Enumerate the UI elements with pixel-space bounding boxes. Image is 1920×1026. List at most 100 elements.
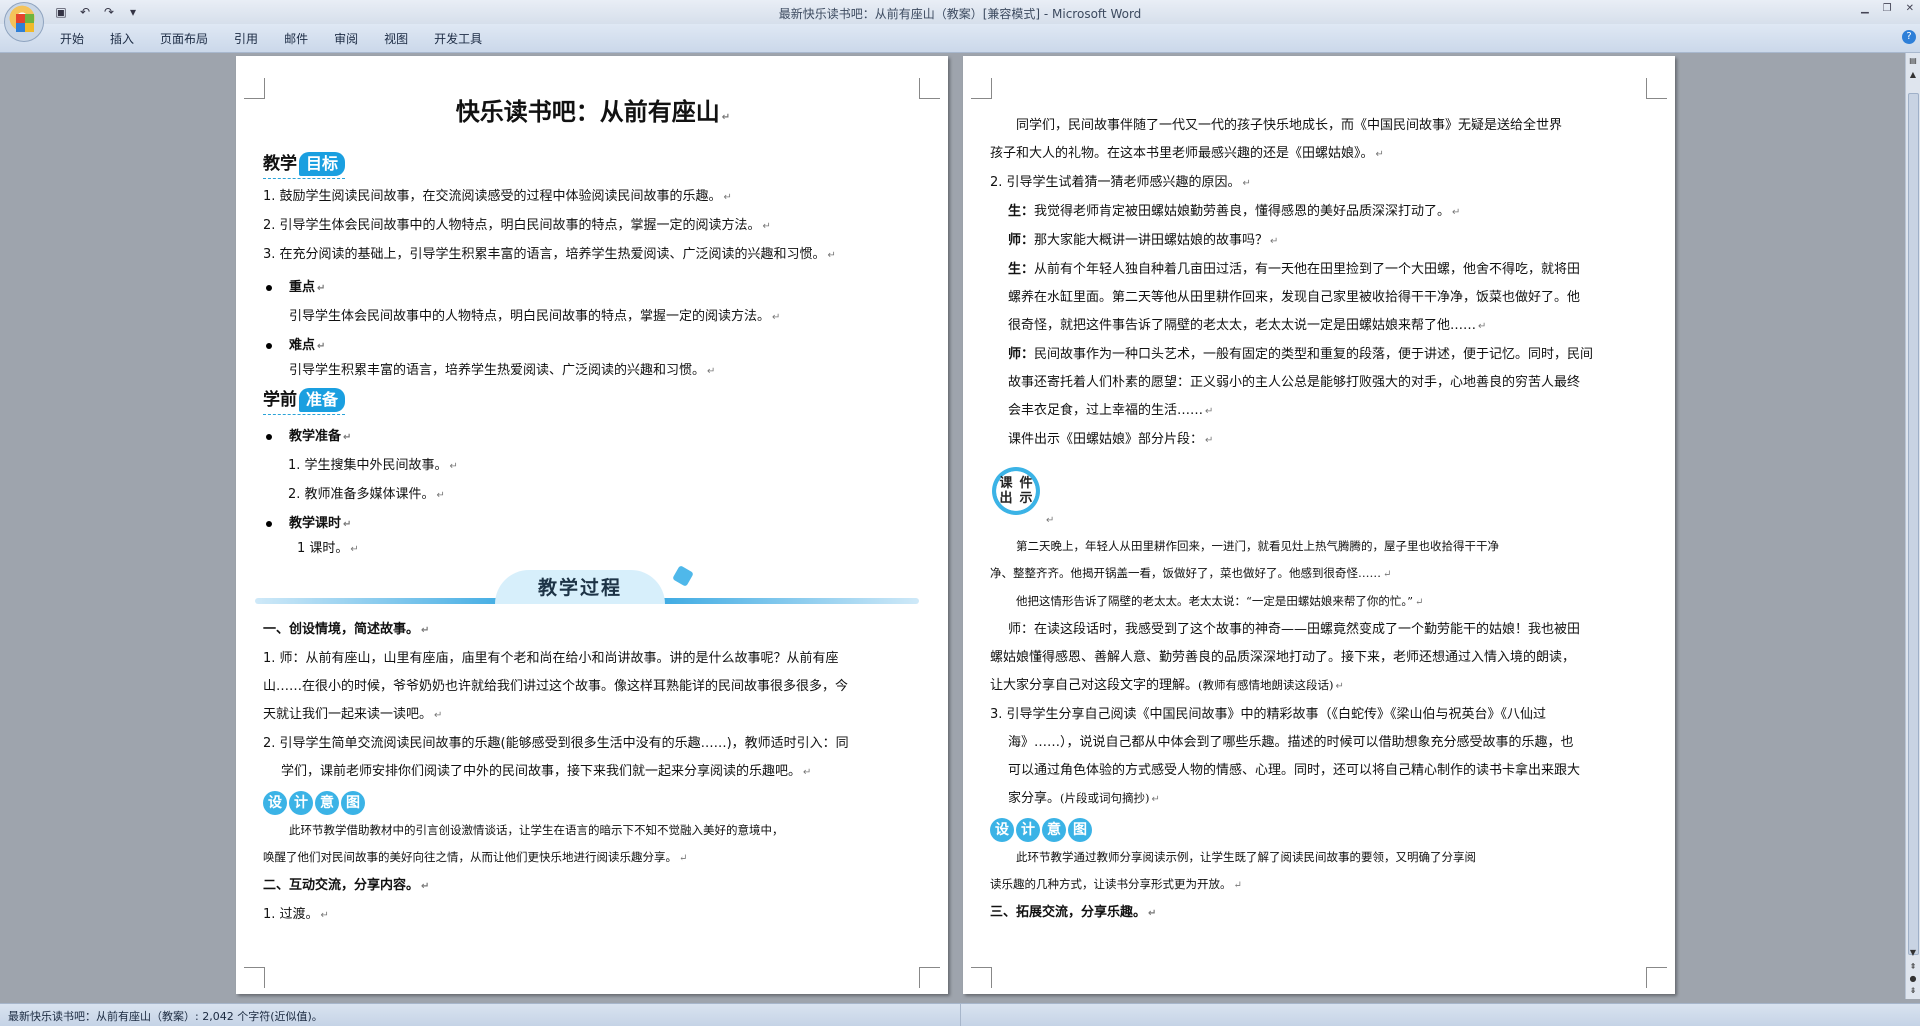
dialogue-line: 螺养在水缸里面。第二天等他从田里耕作回来，发现自己家里被收拾得干干净净，饭菜也做… bbox=[1008, 290, 1581, 305]
design-intent-badge: 设 计 意 图 bbox=[990, 818, 1650, 842]
paragraph: 螺姑娘懂得感恩、善解人意、勤劳善良的品质深深地打动了。接下来，老师还想通过入情入… bbox=[990, 650, 1576, 665]
paragraph: 海》……），说说自己都从中体会到了哪些乐趣。描述的时候可以借助想象充分感受故事的… bbox=[1008, 735, 1574, 750]
paragraph: 可以通过角色体验的方式感受人物的情感、心理。同时，还可以将自己精心制作的读书卡拿… bbox=[1008, 763, 1581, 778]
page-body: 快乐读书吧：从前有座山 ↵ 教学 目标 1. 鼓励学生阅读民间故事，在交流阅读感受的… bbox=[255, 98, 923, 930]
splash-icon bbox=[672, 565, 694, 587]
minimize-icon[interactable]: ▁ bbox=[1861, 3, 1869, 14]
page-right[interactable]: 同学们，民间故事伴随了一代又一代的孩子快乐地成长，而《中国民间故事》无疑是送给全… bbox=[963, 56, 1675, 994]
dialogue-line: 会丰衣足食，过上幸福的生活…… ↵ bbox=[1008, 403, 1214, 418]
tab-page-layout[interactable]: 页面布局 bbox=[150, 30, 224, 47]
difficulty-label: 难点 ↵ bbox=[263, 332, 923, 361]
ribbon: 开始 插入 页面布局 引用 邮件 审阅 视图 开发工具 ? bbox=[0, 24, 1920, 53]
crop-mark bbox=[244, 967, 265, 988]
crop-mark bbox=[919, 967, 940, 988]
status-text: 最新快乐读书吧：从前有座山（教案）: 2,042 个字符(近似值)。 bbox=[8, 1010, 323, 1023]
design-intent-badge: 设 计 意 图 bbox=[263, 791, 923, 815]
goal-item: 3. 在充分阅读的基础上，引导学生积累丰富的语言，培养学生热爱阅读、广泛阅读的兴… bbox=[263, 247, 836, 262]
restore-icon[interactable]: ❐ bbox=[1883, 3, 1892, 14]
badge-char: 意 bbox=[1042, 818, 1066, 842]
section-heading: 三、拓展交流，分享乐趣。 ↵ bbox=[990, 905, 1157, 920]
crop-mark bbox=[1646, 78, 1667, 99]
prep-label: 教学准备 ↵ bbox=[263, 423, 923, 452]
key-point-text: 引导学生体会民间故事中的人物特点，明白民间故事的特点，掌握一定的阅读方法。 ↵ bbox=[289, 309, 781, 324]
tab-home[interactable]: 开始 bbox=[50, 30, 100, 47]
office-button[interactable] bbox=[4, 2, 44, 42]
status-bar: 最新快乐读书吧：从前有座山（教案）: 2,042 个字符(近似值)。 bbox=[0, 1003, 1920, 1026]
page-left[interactable]: 快乐读书吧：从前有座山 ↵ 教学 目标 1. 鼓励学生阅读民间故事，在交流阅读感受的… bbox=[236, 56, 948, 994]
prep-item: 1. 学生搜集中外民间故事。 ↵ bbox=[288, 458, 458, 473]
difficulty-text: 引导学生积累丰富的语言，培养学生热爱阅读、广泛阅读的兴趣和习惯。 ↵ bbox=[289, 363, 716, 378]
paragraph: 让大家分享自己对这段文字的理解。(教师有感情地朗读这段话) ↵ bbox=[990, 678, 1344, 693]
badge-char: 设 bbox=[990, 818, 1014, 842]
design-intent-text: 唤醒了他们对民间故事的美好向往之情，从而让他们更快乐地进行阅读乐趣分享。 ↵ bbox=[263, 850, 688, 864]
paragraph: 3. 引导学生分享自己阅读《中国民间故事》中的精彩故事（《白蛇传》《梁山伯与祝英… bbox=[990, 707, 1547, 722]
tab-mailings[interactable]: 邮件 bbox=[274, 30, 324, 47]
page-body: 同学们，民间故事伴随了一代又一代的孩子快乐地成长，而《中国民间故事》无疑是送给全… bbox=[990, 112, 1650, 928]
dialogue-line: 生：从前有个年轻人独自种着几亩田过活，有一天他在田里捡到了一个大田螺，他舍不得吃… bbox=[1008, 262, 1581, 277]
window-controls: ▁ ❐ ✕ bbox=[1861, 3, 1914, 14]
dialogue-line: 生：我觉得老师肯定被田螺姑娘勤劳善良，懂得感恩的美好品质深深打动了。 ↵ bbox=[1008, 204, 1461, 219]
tab-references[interactable]: 引用 bbox=[224, 30, 274, 47]
tab-review[interactable]: 审阅 bbox=[324, 30, 374, 47]
prep-item: 2. 教师准备多媒体课件。 ↵ bbox=[288, 487, 445, 502]
excerpt-text: 净、整整齐齐。他揭开锅盖一看，饭做好了，菜也做好了。他感到很奇怪…… ↵ bbox=[990, 566, 1392, 580]
paragraph: 同学们，民间故事伴随了一代又一代的孩子快乐地成长，而《中国民间故事》无疑是送给全… bbox=[1016, 118, 1563, 133]
badge-char: 意 bbox=[315, 791, 339, 815]
crop-mark bbox=[971, 78, 992, 99]
previous-page-icon[interactable]: ⇞ bbox=[1908, 961, 1918, 973]
section-head-goals: 教学 目标 bbox=[263, 152, 346, 179]
goal-item: 2. 引导学生体会民间故事中的人物特点，明白民间故事的特点，掌握一定的阅读方法。… bbox=[263, 218, 771, 233]
tab-insert[interactable]: 插入 bbox=[100, 30, 150, 47]
paragraph: 师：在读这段话时，我感受到了这个故事的神奇——田螺竟然变成了一个勤劳能干的姑娘！… bbox=[1008, 622, 1581, 637]
badge-char: 设 bbox=[263, 791, 287, 815]
paragraph: 2. 引导学生简单交流阅读民间故事的乐趣(能够感受到很多生活中没有的乐趣……)，… bbox=[263, 736, 849, 751]
tab-view[interactable]: 视图 bbox=[374, 30, 424, 47]
badge-char: 图 bbox=[341, 791, 365, 815]
design-intent-text: 此环节教学通过教师分享阅读示例，让学生既了解了阅读民间故事的要领，又明确了分享阅 bbox=[1016, 850, 1476, 864]
empty-paragraph: ↵ bbox=[1046, 515, 1055, 526]
paragraph: 课件出示《田螺姑娘》部分片段： ↵ bbox=[1008, 432, 1214, 447]
scroll-thumb[interactable] bbox=[1908, 93, 1919, 955]
paragraph: 孩子和大人的礼物。在这本书里老师最感兴趣的还是《田螺姑娘》。 ↵ bbox=[990, 146, 1384, 161]
next-page-icon[interactable]: ⇟ bbox=[1908, 985, 1918, 997]
design-intent-text: 此环节教学借助教材中的引言创设激情谈话，让学生在语言的暗示下不知不觉融入美好的意… bbox=[289, 823, 784, 837]
dialogue-line: 师：民间故事作为一种口头艺术，一般有固定的类型和重复的段落，便于讲述，便于记忆。… bbox=[1008, 347, 1594, 362]
badge-char: 示 bbox=[1019, 491, 1033, 506]
badge-char: 计 bbox=[289, 791, 313, 815]
browse-object-icon[interactable]: ● bbox=[1908, 973, 1918, 985]
section-head-prep: 学前 准备 bbox=[263, 388, 346, 415]
paragraph: 家分享。(片段或词句摘抄) ↵ bbox=[1008, 791, 1160, 806]
help-icon[interactable]: ? bbox=[1902, 30, 1916, 44]
courseware-badge: 课 件 出 示 bbox=[992, 467, 1040, 515]
dialogue-line: 很奇怪，就把这件事告诉了隔壁的老太太，老太太说一定是田螺姑娘来帮了他…… ↵ bbox=[1008, 318, 1487, 333]
tab-developer[interactable]: 开发工具 bbox=[424, 30, 498, 47]
hours-label: 教学课时 ↵ bbox=[263, 510, 923, 539]
section-heading: 一、创设情境，简述故事。 ↵ bbox=[263, 622, 430, 637]
badge-char: 件 bbox=[1019, 476, 1033, 491]
paragraph: 学们，课前老师安排你们阅读了中外的民间故事，接下来我们就一起来分享阅读的乐趣吧。… bbox=[281, 764, 812, 779]
crop-mark bbox=[244, 78, 265, 99]
crop-mark bbox=[971, 967, 992, 988]
status-divider bbox=[960, 1004, 961, 1026]
excerpt-text: 第二天晚上，年轻人从田里耕作回来，一进门，就看见灶上热气腾腾的，屋子里也收拾得干… bbox=[1016, 539, 1499, 553]
vertical-scrollbar[interactable]: ▤ ▲ ▼ ⇞ ● ⇟ bbox=[1905, 53, 1920, 999]
close-icon[interactable]: ✕ bbox=[1906, 3, 1914, 14]
badge-char: 计 bbox=[1016, 818, 1040, 842]
document-title: 快乐读书吧：从前有座山 ↵ bbox=[455, 98, 731, 126]
process-banner: 教学过程 bbox=[255, 565, 931, 610]
section-heading: 二、互动交流，分享内容。 ↵ bbox=[263, 878, 430, 893]
scroll-down-icon[interactable]: ▼ bbox=[1908, 947, 1918, 959]
hours-text: 1 课时。 ↵ bbox=[297, 541, 359, 556]
window-title: 最新快乐读书吧：从前有座山（教案）[兼容模式] - Microsoft Word bbox=[778, 7, 1142, 21]
badge-char: 课 bbox=[999, 476, 1013, 491]
paragraph: 山……在很小的时候，爷爷奶奶也许就给我们讲过这个故事。像这样耳熟能详的民间故事很… bbox=[263, 679, 849, 694]
scroll-up-icon[interactable]: ▲ bbox=[1908, 69, 1918, 81]
ribbon-tabs: 开始 插入 页面布局 引用 邮件 审阅 视图 开发工具 bbox=[50, 30, 498, 47]
design-intent-text: 读乐趣的几种方式，让读书分享形式更为开放。 ↵ bbox=[990, 877, 1242, 891]
paragraph: 1. 师：从前有座山，山里有座庙，庙里有个老和尚在给小和尚讲故事。讲的是什么故事… bbox=[263, 651, 839, 666]
title-bar: ▣ ↶ ↷ ▾ 最新快乐读书吧：从前有座山（教案）[兼容模式] - Micros… bbox=[0, 0, 1920, 42]
document-workspace[interactable]: 快乐读书吧：从前有座山 ↵ 教学 目标 1. 鼓励学生阅读民间故事，在交流阅读感受的… bbox=[0, 53, 1906, 999]
dialogue-line: 故事还寄托着人们朴素的愿望：正义弱小的主人公总是能够打败强大的对手，心地善良的穷… bbox=[1008, 375, 1581, 390]
ruler-toggle-icon[interactable]: ▤ bbox=[1908, 55, 1918, 67]
dialogue-line: 师：那大家能大概讲一讲田螺姑娘的故事吗？ ↵ bbox=[1008, 233, 1279, 248]
